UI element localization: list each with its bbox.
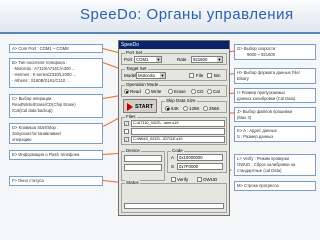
note-line: E> Информация о Flash телефона (12, 152, 80, 157)
slide-title: SpeeDo: Органы управления (80, 6, 294, 23)
file2-checkbox[interactable] (124, 129, 129, 134)
note-line: S : Размер данных (237, 134, 274, 139)
note-line: операцию (12, 137, 32, 142)
note-l: L> Verify : Режим проверки OWUD : Сброс … (234, 154, 316, 176)
read-radio[interactable] (124, 89, 129, 94)
erase-radio[interactable] (168, 89, 173, 94)
chevron-down-icon[interactable]: ▼ (217, 57, 222, 62)
note-line: M> Строка прогресса (237, 183, 279, 188)
note-line: Binary (237, 76, 249, 81)
port-select[interactable]: COM1 ▼ (134, 56, 162, 63)
rate-value: 921600 (193, 57, 208, 62)
note-k: K> A : Адрес данных S : Размер данных (234, 126, 316, 142)
chevron-down-icon[interactable]: ▼ (156, 57, 161, 62)
code-s-field[interactable]: 0x7F0000 (177, 163, 223, 170)
write-radio[interactable] (145, 89, 150, 94)
bin-label: Bin (214, 73, 221, 78)
device-info-field (124, 155, 162, 162)
cal-label: Cal (213, 89, 220, 94)
file3-path[interactable]: C:\W643_041S\...\D711E.s19 (131, 136, 225, 143)
note-a: A> Com Port : COM1 ~ COM8 (9, 44, 103, 53)
file1-checkbox[interactable]: ✓ (124, 121, 129, 126)
note-line: 9600 ~ 921600 (247, 52, 276, 57)
note-i: I> Размер пропускаемых данных калибровки… (234, 88, 316, 103)
note-j: J> Выбор файлов прошивки (Max 3) (234, 107, 316, 122)
skip-256k-radio[interactable] (203, 106, 208, 111)
note-e: E> Информация о Flash телефона (9, 150, 103, 160)
window-title: SpeeDo (121, 42, 140, 48)
note-line: - Athens : S160B/S161/C110 ... (12, 78, 70, 83)
code-s-label: S (171, 164, 175, 169)
rate-select[interactable]: 921600 ▼ (191, 56, 223, 63)
verify-checkbox[interactable] (171, 177, 176, 182)
operation-mode-label: Operation Mode (125, 82, 160, 88)
note-d: D> Клавиша Start/Stop : Запускает/остана… (9, 123, 103, 144)
slide-title-bar: SpeeDo: Органы управления (0, 0, 320, 34)
verify-label: Verify (177, 177, 189, 182)
port-label: Port (124, 57, 133, 62)
owud-label: OWUD (203, 177, 218, 182)
device-info-field (124, 164, 162, 171)
chevron-down-icon[interactable]: ▼ (160, 73, 165, 78)
progress-bar (124, 203, 224, 209)
cd-label: CD (197, 89, 204, 94)
note-h: H> Выбор формата данных File/ Binary (234, 68, 316, 84)
play-icon (127, 103, 133, 111)
model-value: Motorola (138, 73, 155, 78)
status-label: Status (125, 180, 140, 186)
start-button[interactable]: START (123, 99, 157, 113)
code-a-field[interactable]: 0x10000000 (177, 154, 223, 161)
skip-64k-radio[interactable] (165, 106, 170, 111)
file-label: File (196, 73, 204, 78)
device-label: Device (125, 148, 141, 154)
code-a-value: 0x10000000 (179, 155, 203, 160)
rate-label: Rate (177, 57, 187, 62)
cd-radio[interactable] (191, 89, 196, 94)
note-m: M> Строка прогресса (234, 181, 316, 191)
note-line: F> Окно статуса (12, 178, 44, 183)
skip-256k-label: 256K (209, 106, 220, 111)
bin-checkbox[interactable] (207, 73, 212, 78)
note-line: /Cal(Cal data backup) (12, 108, 53, 113)
skip-128k-radio[interactable] (183, 106, 188, 111)
model-label: Model (124, 73, 137, 78)
file3-value: C:\W643_041S\...\D711E.s19 (133, 137, 183, 141)
note-b: B> Тип носителя телефона : - Motorola : … (9, 58, 103, 88)
start-label: START (135, 104, 153, 110)
file3-checkbox[interactable]: ✓ (124, 137, 129, 142)
speedo-window: SpeeDo Port Set Port COM1 ▼ Rate 921600 … (118, 40, 230, 216)
note-f: F> Окно статуса (9, 176, 103, 186)
code-a-label: A (171, 155, 175, 160)
note-line: данных калибровки (Cal Data) (237, 96, 296, 101)
note-g: G> Выбор скорости : 9600 ~ 921600 (234, 44, 316, 60)
file-checkbox[interactable] (189, 73, 194, 78)
window-titlebar[interactable]: SpeeDo (119, 41, 229, 49)
file2-path[interactable] (131, 128, 225, 135)
note-line: (Max 3) (237, 115, 252, 120)
skip-128k-label: 128K (189, 106, 200, 111)
owud-checkbox[interactable] (197, 177, 202, 182)
port-value: COM1 (136, 57, 149, 62)
code-s-value: 0x7F0000 (179, 164, 199, 169)
model-select[interactable]: Motorola ▼ (136, 72, 166, 79)
write-label: Write (151, 89, 162, 94)
skip-data-label: Skip Data Size (165, 98, 197, 104)
file1-path[interactable]: C:\A7110_041S\...\arm.s19 (131, 120, 225, 127)
file1-value: C:\A7110_041S\...\arm.s19 (133, 121, 179, 125)
note-line: A> Com Port : COM1 ~ COM8 (12, 46, 69, 51)
erase-label: Erase (174, 89, 186, 94)
note-line: стандартные (cal Data) (237, 168, 282, 173)
cal-radio[interactable] (207, 89, 212, 94)
read-label: Read (130, 89, 141, 94)
note-c: C> Выбор операции : Read/Write/Erase/CD(… (9, 94, 103, 118)
skip-64k-label: 64K (171, 106, 180, 111)
